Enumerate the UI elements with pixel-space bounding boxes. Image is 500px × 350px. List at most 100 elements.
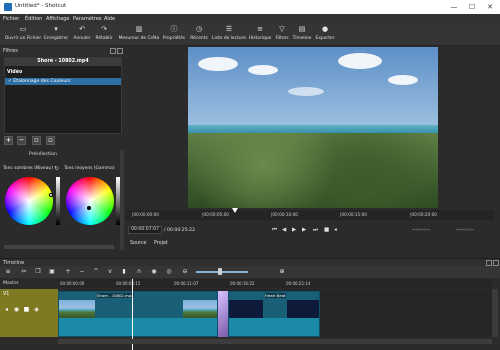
clip-thumbnail xyxy=(59,300,95,320)
midtones-wheel-handle[interactable] xyxy=(87,206,91,210)
lift-icon[interactable]: ^ xyxy=(92,268,100,276)
append-icon[interactable]: + xyxy=(64,268,72,276)
split-icon[interactable]: ▮ xyxy=(120,268,128,276)
ripple-icon[interactable]: ◎ xyxy=(165,268,173,276)
midtones-color-wheel[interactable] xyxy=(66,177,114,225)
ruler-tick: 00:00:00:00 xyxy=(60,281,85,286)
remove-icon[interactable]: − xyxy=(78,268,86,276)
play-icon[interactable]: ▶ xyxy=(292,227,296,233)
float-panel-icon[interactable] xyxy=(110,48,116,54)
track-header-v1[interactable]: V1 ◂ ◉ ■ ◈ xyxy=(0,289,58,337)
shadows-wheel-handle[interactable] xyxy=(49,193,53,197)
clip-heart-beat[interactable]: Heart Beat xyxy=(228,291,320,337)
close-button[interactable]: ✕ xyxy=(484,2,496,12)
filter-list[interactable]: Shore - 10802.mp4 Vidéo ✓ Étalonnage des… xyxy=(4,57,122,134)
open-file-button[interactable]: ▭ Ouvrir un Fichier xyxy=(2,25,44,45)
playlist-button[interactable]: ☰ Liste de lecture xyxy=(211,25,247,45)
timeline-vertical-scrollbar[interactable] xyxy=(492,289,498,337)
remove-filter-button[interactable]: − xyxy=(17,136,26,145)
ruler-tick: |00:00:10:00 xyxy=(271,212,298,217)
recent-icon: ◷ xyxy=(195,25,203,33)
timeline-icon: ▤ xyxy=(298,25,306,33)
peak-meter-icon: ▥ xyxy=(135,25,143,33)
ruler-tick: 00:00:16:22 xyxy=(230,281,255,286)
tab-project[interactable]: Projet xyxy=(154,241,168,246)
minimize-button[interactable]: — xyxy=(448,2,460,12)
transport-bar: 00:00:07:07 / 00:00:25:22 ⏮ ◀ ▶ ▶ ⏭ ■ ◂ … xyxy=(126,224,494,237)
tab-source[interactable]: Source xyxy=(130,241,146,246)
preset-label: Présélection xyxy=(29,152,57,157)
skip-previous-icon[interactable]: ⏮ xyxy=(272,227,277,234)
zoom-slider-handle[interactable] xyxy=(218,268,222,275)
scrub-icon[interactable]: ◉ xyxy=(150,268,158,276)
peak-meter-button[interactable]: ▥ Mesureur de Crête xyxy=(117,25,161,45)
menu-help[interactable]: Aide xyxy=(104,16,115,22)
copy-filter-icon[interactable]: ▫ xyxy=(32,136,41,145)
paste-filter-icon[interactable]: ▫ xyxy=(46,136,55,145)
player-time-ruler[interactable]: |00:00:00:00 |00:00:05:00 |00:00:10:00 |… xyxy=(126,210,494,220)
menu-edit[interactable]: Édition xyxy=(25,16,42,22)
total-time: / 00:00:25:22 xyxy=(164,228,196,233)
mute-icon[interactable]: ◂ xyxy=(3,306,10,313)
clip-thumbnail xyxy=(287,300,319,320)
out-point: --:--:--:-- xyxy=(456,228,474,233)
maximize-button[interactable]: ☐ xyxy=(466,2,478,12)
export-button[interactable]: ● Exporter xyxy=(314,25,336,45)
menu-view[interactable]: Affichage xyxy=(46,16,70,22)
volume-icon[interactable]: ◂ xyxy=(334,227,337,233)
redo-icon: ↷ xyxy=(101,25,107,33)
stop-icon[interactable]: ■ xyxy=(324,227,329,233)
clip-thumbnail xyxy=(183,300,217,320)
fast-forward-icon[interactable]: ▶ xyxy=(302,227,306,233)
cloud xyxy=(388,75,418,85)
menu-file[interactable]: Fichier xyxy=(3,16,19,22)
current-time-field[interactable]: 00:00:07:07 xyxy=(128,226,163,234)
redo-button[interactable]: ↷ Rétablir xyxy=(94,25,114,45)
track-name: V1 xyxy=(3,292,10,297)
video-preview[interactable] xyxy=(188,47,438,208)
undo-button[interactable]: ↶ Annuler xyxy=(72,25,92,45)
timeline-ruler[interactable]: 00:00:00:00 00:00:05:15 00:00:11:07 00:0… xyxy=(58,279,492,288)
filter-item-color-grading[interactable]: ✓ Étalonnage des Couleurs xyxy=(5,78,121,85)
filters-vertical-scrollbar[interactable] xyxy=(120,150,124,250)
recent-button[interactable]: ◷ Récents xyxy=(188,25,210,45)
filters-button[interactable]: ▽ Filtres xyxy=(273,25,291,45)
reset-shadows-icon[interactable]: ↻ xyxy=(54,165,59,172)
save-button[interactable]: ▾ Enregistrer xyxy=(44,25,68,45)
title-bar: Untitled* - Shotcut — ☐ ✕ xyxy=(0,0,500,14)
shadows-value-slider[interactable] xyxy=(56,177,60,225)
overwrite-icon[interactable]: v xyxy=(106,268,114,276)
menu-settings[interactable]: Paramètres xyxy=(73,16,102,22)
timeline-button[interactable]: ▤ Timeline xyxy=(292,25,312,45)
add-filter-button[interactable]: + xyxy=(4,136,13,145)
shadows-color-wheel[interactable] xyxy=(5,177,53,225)
window-title: Untitled* - Shotcut xyxy=(15,3,67,9)
lock-icon[interactable]: ■ xyxy=(23,306,30,313)
close-panel-icon[interactable] xyxy=(117,48,123,54)
transition[interactable] xyxy=(218,291,228,337)
in-point: --:--:--:-- xyxy=(412,228,430,233)
zoom-in-icon[interactable]: ⊕ xyxy=(278,268,286,276)
cut-icon[interactable]: ✂ xyxy=(20,268,28,276)
zoom-out-icon[interactable]: ⊖ xyxy=(181,268,189,276)
rewind-icon[interactable]: ◀ xyxy=(282,227,286,233)
filter-section-video: Vidéo xyxy=(7,70,23,75)
copy-icon[interactable]: ❐ xyxy=(34,268,42,276)
timeline-horizontal-scrollbar[interactable] xyxy=(58,339,492,344)
timeline-menu-icon[interactable]: ≡ xyxy=(4,268,12,276)
main-toolbar: ▭ Ouvrir un Fichier ▾ Enregistrer ↶ Annu… xyxy=(0,24,500,46)
snap-icon[interactable]: ∩ xyxy=(135,268,143,276)
properties-button[interactable]: ⓘ Propriétés xyxy=(162,25,186,45)
history-button[interactable]: ≡ Historique xyxy=(248,25,272,45)
timeline-toolbar: ≡ ✂ ❐ ▣ + − ^ v ▮ ∩ ◉ ◎ ⊖ ⊕ xyxy=(0,266,500,278)
track-area-v1[interactable]: Shore - 10802.mp4 Heart Beat xyxy=(58,289,492,337)
paste-icon[interactable]: ▣ xyxy=(48,268,56,276)
ruler-tick: |00:00:05:00 xyxy=(202,212,229,217)
skip-next-icon[interactable]: ⏭ xyxy=(313,227,318,234)
filters-horizontal-scrollbar[interactable] xyxy=(4,245,114,249)
zoom-slider-track[interactable] xyxy=(196,271,248,273)
hide-icon[interactable]: ◉ xyxy=(13,306,20,313)
composite-icon[interactable]: ◈ xyxy=(33,306,40,313)
clip-shore[interactable]: Shore - 10802.mp4 xyxy=(58,291,218,337)
player-playhead[interactable] xyxy=(232,208,238,213)
